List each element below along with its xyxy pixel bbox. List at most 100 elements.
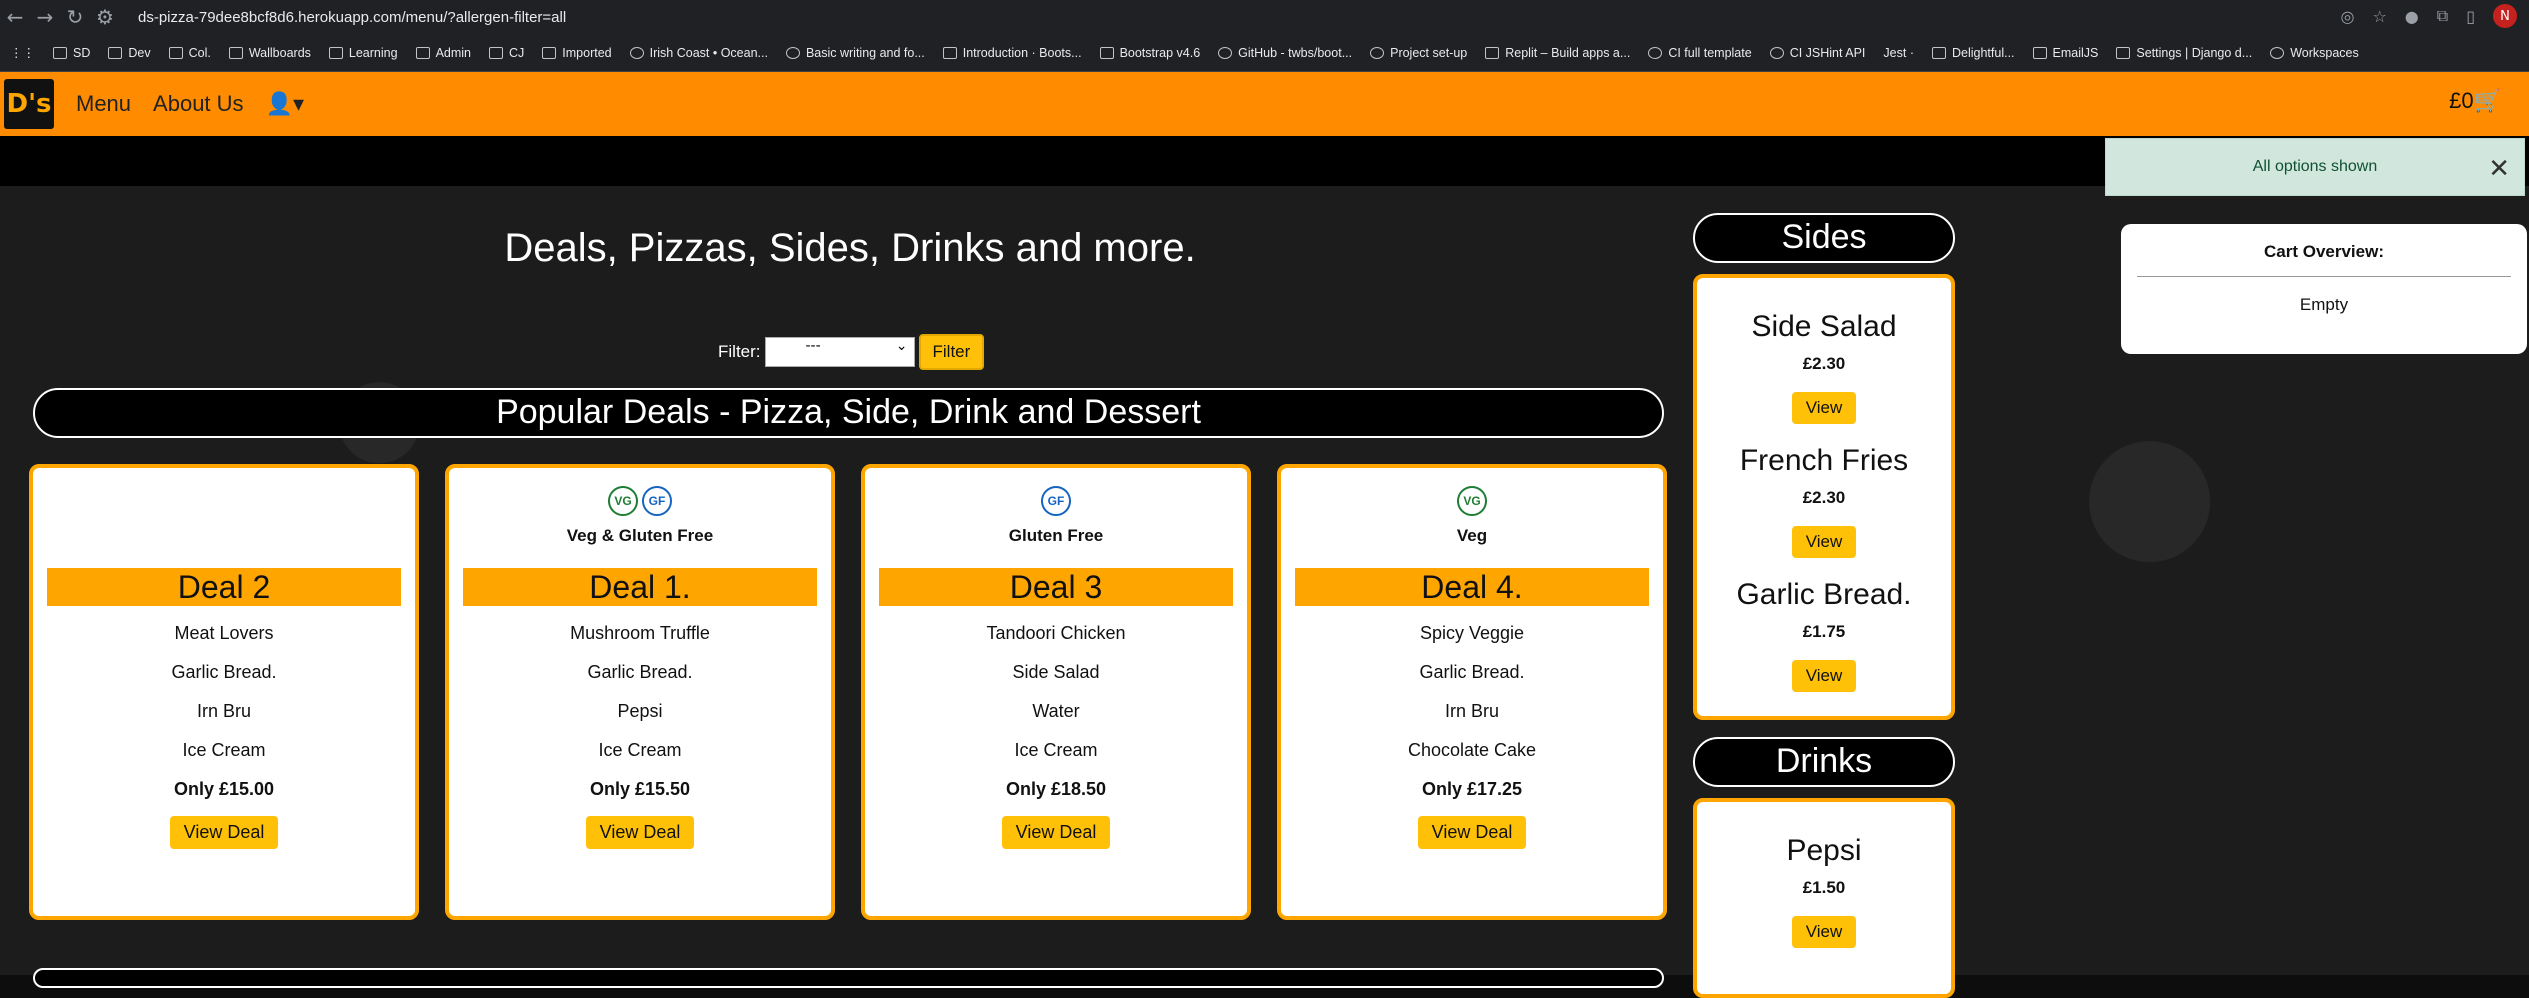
extensions-puzzle-icon[interactable]: ⧉ [2437,6,2448,26]
close-icon[interactable]: ✕ [2488,153,2510,184]
chevron-down-icon: ⌄ [895,338,908,354]
view-side-button[interactable]: View [1791,392,1857,424]
back-icon[interactable]: ← [0,2,30,32]
view-side-button[interactable]: View [1791,526,1857,558]
folder-icon [328,46,343,59]
bookmark-item[interactable]: Delightful... [1931,46,2015,60]
bookmark-item[interactable]: CI JSHint API [1769,46,1865,60]
bookmark-item[interactable]: Basic writing and fo... [785,46,925,60]
nav-menu-link[interactable]: Menu [76,91,131,117]
view-deal-button[interactable]: View Deal [1001,816,1111,849]
gluten-free-badge-icon: GF [642,486,672,516]
drinks-section-title: Drinks [1693,737,1955,787]
bookmark-item[interactable]: Dev [108,46,151,60]
side-price: £2.30 [1802,354,1846,373]
alert-text: All options shown [2252,158,2378,175]
deal-name: Deal 2 [47,568,401,606]
site-icon [1769,46,1784,59]
workspaces-icon [2270,46,2285,59]
allergen-filter-select[interactable]: --- ⌄ [764,337,915,367]
deal-card: VG GF Veg & Gluten Free Deal 1. Mushroom… [445,464,835,920]
bookmark-item[interactable]: Settings | Django d... [2116,46,2252,60]
site-icon [1931,46,1946,59]
cart-overview-panel: Cart Overview: Empty [2121,224,2527,354]
cart-overview-title: Cart Overview: [2264,242,2384,261]
bookmark-item[interactable]: CI full template [1648,46,1752,60]
bookmark-item[interactable]: Admin [415,46,471,60]
view-deal-button[interactable]: View Deal [169,816,279,849]
deal-item: Irn Bru [1444,701,1500,721]
bookmark-item[interactable]: Imported [542,46,612,60]
deal-item: Mushroom Truffle [570,623,710,643]
site-logo[interactable]: D's [4,79,54,129]
bookmark-item[interactable]: SD [53,46,90,60]
bookmarks-bar: ⋮⋮ SD Dev Col. Wallboards Learning Admin… [0,34,2529,72]
folder-icon [108,46,123,59]
site-info-icon[interactable]: ⚙ [90,2,120,32]
folder-icon [228,46,243,59]
drinks-card: Pepsi £1.50 View [1693,798,1955,998]
drink-price: £1.50 [1802,878,1846,897]
address-bar[interactable]: ds-pizza-79dee8bcf8d6.herokuapp.com/menu… [138,9,566,26]
browser-toolbar: ← → ↻ ⚙ ds-pizza-79dee8bcf8d6.herokuapp.… [0,0,2529,34]
filter-button[interactable]: Filter [918,334,985,370]
view-drink-button[interactable]: View [1791,916,1857,948]
nav-about-link[interactable]: About Us [153,91,244,117]
github-icon [785,46,800,59]
side-price: £2.30 [1802,488,1846,507]
github-icon [1648,46,1663,59]
bookmark-item[interactable]: CJ [489,46,524,60]
forward-icon[interactable]: → [30,2,60,32]
deal-price: Only £18.50 [1005,779,1107,799]
bookmark-item[interactable]: Replit – Build apps a... [1485,46,1630,60]
gluten-free-badge-icon: GF [1041,486,1071,516]
reload-icon[interactable]: ↻ [60,2,90,32]
bookmark-item[interactable]: Introduction · Boots... [942,46,1082,60]
eye-off-icon[interactable]: ◎ [2340,7,2354,26]
side-name: French Fries [1739,444,1909,477]
site-navbar: D's Menu About Us 👤▾ £0🛒 [0,72,2529,136]
diet-label: Veg & Gluten Free [566,526,714,545]
bookmark-item[interactable]: Wallboards [228,46,311,60]
view-side-button[interactable]: View [1791,660,1857,692]
diet-label [33,526,415,548]
bookmark-item[interactable]: Workspaces [2270,46,2359,60]
view-deal-button[interactable]: View Deal [585,816,695,849]
github-icon [1218,46,1233,59]
bookmark-item[interactable]: Irish Coast • Ocean... [629,46,768,60]
extension-icon[interactable]: ● [2405,7,2419,26]
vegan-badge-icon: VG [608,486,638,516]
bookmark-item[interactable]: Bootstrap v4.6 [1099,46,1200,60]
toolbar-actions: ◎ ☆ ● ⧉ ▯ N [2340,4,2517,28]
view-deal-button[interactable]: View Deal [1417,816,1527,849]
bookmark-item[interactable]: Project set-up [1370,46,1467,60]
divider [2137,276,2511,277]
user-dropdown-icon[interactable]: 👤▾ [266,92,304,117]
deal-item: Garlic Bread. [587,662,693,682]
cart-link[interactable]: £0🛒 [2449,88,2501,114]
deal-item: Pepsi [617,701,663,721]
deal-item: Garlic Bread. [171,662,277,682]
bootstrap-icon [1099,46,1114,59]
bookmark-item[interactable]: Learning [328,46,398,60]
folder-icon [168,46,183,59]
page-title: Deals, Pizzas, Sides, Drinks and more. [504,226,1196,270]
bookmark-item[interactable]: GitHub - twbs/boot... [1218,46,1352,60]
sides-section-title: Sides [1693,213,1955,263]
django-icon [2116,46,2131,59]
bookmark-item[interactable]: Col. [168,46,211,60]
profile-avatar[interactable]: N [2493,4,2517,28]
apps-icon[interactable]: ⋮⋮ [10,45,35,60]
bookmark-item[interactable]: Jest · [1883,46,1914,60]
folder-icon [542,46,557,59]
sidepanel-icon[interactable]: ▯ [2466,7,2475,26]
deal-item: Ice Cream [598,740,682,760]
next-section-title [33,968,1664,988]
deal-item: Water [1032,701,1080,721]
bookmark-item[interactable]: EmailJS [2032,46,2098,60]
deal-item: Ice Cream [182,740,266,760]
cart-total: £0 [2449,88,2474,113]
deal-item: Ice Cream [1014,740,1098,760]
bookmark-star-icon[interactable]: ☆ [2372,7,2386,26]
folder-icon [53,46,67,59]
